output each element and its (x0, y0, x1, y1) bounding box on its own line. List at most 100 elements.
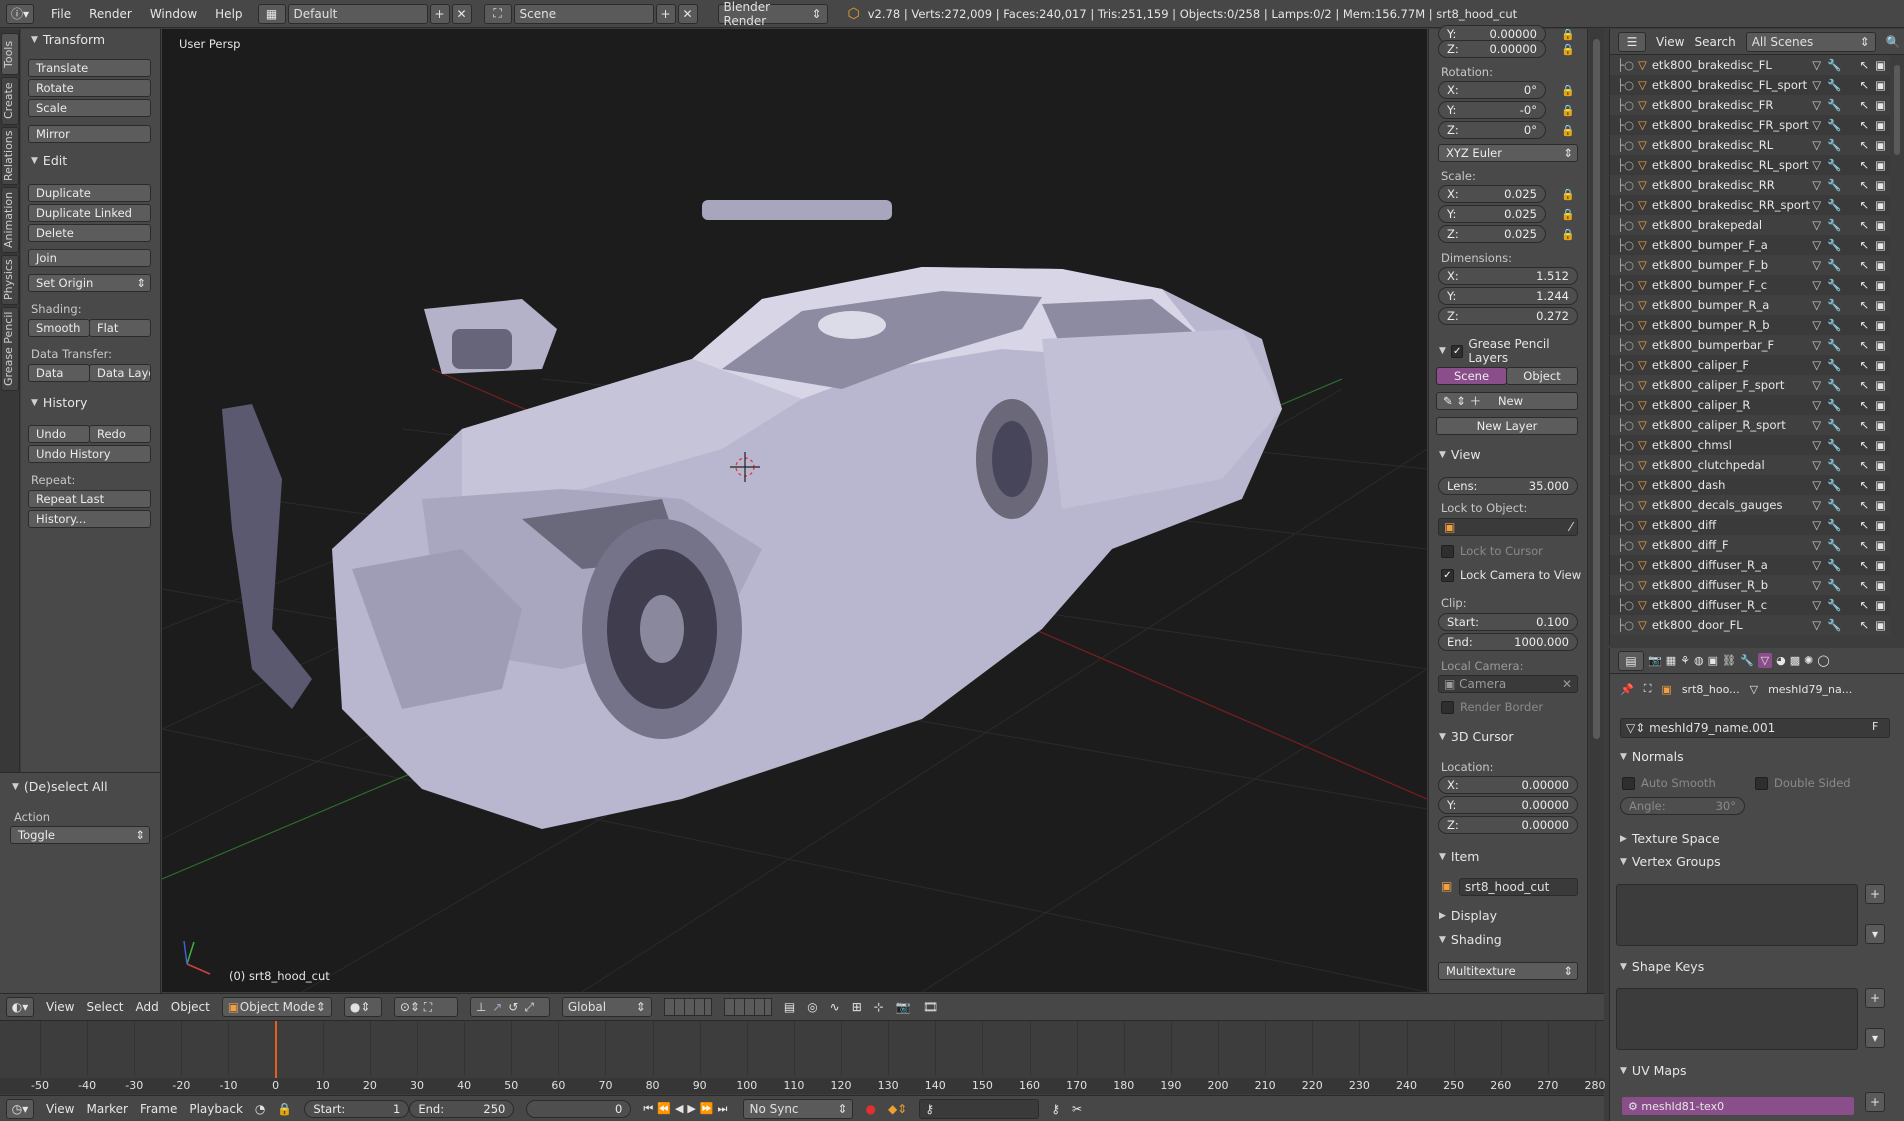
current-frame-field[interactable]: 0 (526, 1100, 632, 1118)
outliner-item[interactable]: ├○ ▽ etk800_bumper_F_a ▽ 🔧 ↖ ▣ (1610, 235, 1890, 255)
render-camera-icon[interactable]: ▣ (1875, 578, 1886, 592)
tab-create[interactable]: Create (1, 77, 19, 125)
select-arrow-icon[interactable]: ↖ (1859, 138, 1869, 152)
outliner-item[interactable]: ├○ ▽ etk800_bumper_R_b ▽ 🔧 ↖ ▣ (1610, 315, 1890, 335)
select-arrow-icon[interactable]: ↖ (1859, 178, 1869, 192)
select-arrow-icon[interactable]: ↖ (1859, 158, 1869, 172)
particles-tab-icon[interactable]: ✺ (1804, 654, 1813, 667)
render-camera-icon[interactable]: ▣ (1875, 58, 1886, 72)
select-arrow-icon[interactable]: ↖ (1859, 358, 1869, 372)
texture-space-panel-header[interactable]: ▶ Texture Space (1620, 831, 1720, 846)
duplicate-button[interactable]: Duplicate (28, 184, 151, 202)
normals-panel-header[interactable]: ▼ Normals (1620, 749, 1684, 764)
scene-icon[interactable]: ⛶ (483, 3, 512, 24)
menu-file[interactable]: File (42, 7, 80, 21)
select-arrow-icon[interactable]: ↖ (1859, 578, 1869, 592)
view-menu[interactable]: View (46, 1000, 74, 1014)
render-engine-select[interactable]: Blender Render ⇕ (717, 0, 828, 28)
undo-button[interactable]: Undo (28, 425, 90, 443)
render-layers-tab-icon[interactable]: ▦ (1666, 654, 1676, 667)
physics-tab-icon[interactable]: ◯ (1817, 654, 1829, 667)
fake-user-button[interactable]: F (1872, 720, 1878, 733)
start-frame-field[interactable]: Start: 1 (304, 1100, 410, 1118)
render-camera-icon[interactable]: ▣ (1875, 98, 1886, 112)
lock-icon[interactable]: 🔒 (1559, 225, 1577, 243)
render-camera-icon[interactable]: ▣ (1875, 198, 1886, 212)
select-arrow-icon[interactable]: ↖ (1859, 618, 1869, 632)
cursor-y-field[interactable]: Y: 0.00000 (1438, 796, 1578, 814)
select-arrow-icon[interactable]: ↖ (1859, 418, 1869, 432)
lock-icon[interactable]: 🔒 (1559, 185, 1577, 203)
outliner-editor-type-icon[interactable]: ☰ (1618, 31, 1646, 52)
tab-animation[interactable]: Animation (1, 187, 19, 253)
playback-controls-icon[interactable]: ⏮⏪◀▶⏩⏭ (643, 1102, 731, 1116)
shading-mode-select[interactable]: Multitexture ⇕ (1438, 962, 1578, 980)
render-camera-icon[interactable]: ▣ (1875, 118, 1886, 132)
marker-menu[interactable]: Marker (86, 1102, 127, 1116)
auto-smooth-checkbox[interactable] (1622, 776, 1635, 790)
shape-key-menu-icon[interactable]: ▾ (1865, 1028, 1885, 1048)
item-name-field[interactable]: srt8_hood_cut (1459, 878, 1578, 896)
select-arrow-icon[interactable]: ↖ (1859, 438, 1869, 452)
repeat-last-button[interactable]: Repeat Last (28, 490, 151, 508)
rotation-x-field[interactable]: X: 0° (1438, 81, 1546, 99)
render-camera-icon[interactable]: ▣ (1875, 318, 1886, 332)
lock-icon[interactable]: 🔒 (1559, 101, 1577, 119)
mesh-name-field[interactable]: ▽⇕ meshId79_name.001 (1620, 718, 1890, 738)
render-camera-icon[interactable]: ▣ (1875, 338, 1886, 352)
data-tab-icon[interactable]: ▽ (1757, 653, 1773, 668)
local-camera-field[interactable]: ▣ Camera ✕ (1438, 675, 1578, 693)
select-arrow-icon[interactable]: ↖ (1859, 458, 1869, 472)
outliner-item[interactable]: ├○ ▽ etk800_diff_F ▽ 🔧 ↖ ▣ (1610, 535, 1890, 555)
render-camera-icon[interactable]: ▣ (1875, 218, 1886, 232)
scale-x-field[interactable]: X: 0.025 (1438, 185, 1546, 203)
outliner-item[interactable]: ├○ ▽ etk800_clutchpedal ▽ 🔧 ↖ ▣ (1610, 455, 1890, 475)
outliner-item[interactable]: ├○ ▽ etk800_brakedisc_RR_sport ▽ 🔧 ↖ ▣ (1610, 195, 1890, 215)
cursor-x-field[interactable]: X: 0.00000 (1438, 776, 1578, 794)
properties-scrollbar[interactable] (1593, 39, 1600, 739)
outliner-item[interactable]: ├○ ▽ etk800_brakedisc_FR ▽ 🔧 ↖ ▣ (1610, 95, 1890, 115)
tab-grease-pencil[interactable]: Grease Pencil (1, 307, 19, 391)
render-camera-icon[interactable]: ▣ (1875, 358, 1886, 372)
render-camera-icon[interactable]: ▣ (1875, 158, 1886, 172)
rotate-widget-icon[interactable]: ↺ (508, 1000, 518, 1014)
frame-menu[interactable]: Frame (140, 1102, 177, 1116)
breadcrumb-mesh[interactable]: meshId79_na... (1768, 683, 1852, 696)
outliner-item[interactable]: ├○ ▽ etk800_brakepedal ▽ 🔧 ↖ ▣ (1610, 215, 1890, 235)
select-arrow-icon[interactable]: ↖ (1859, 598, 1869, 612)
outliner-item[interactable]: ├○ ▽ etk800_brakedisc_FR_sport ▽ 🔧 ↖ ▣ (1610, 115, 1890, 135)
dimension-x-field[interactable]: X: 1.512 (1438, 267, 1578, 285)
outliner-view-menu[interactable]: View (1656, 35, 1684, 49)
render-border-checkbox[interactable] (1441, 700, 1454, 714)
join-button[interactable]: Join (28, 249, 151, 267)
menu-window[interactable]: Window (141, 7, 206, 21)
car-model[interactable] (222, 200, 1282, 829)
texture-tab-icon[interactable]: ▩ (1790, 654, 1800, 667)
add-menu[interactable]: Add (136, 1000, 159, 1014)
material-tab-icon[interactable]: ◕ (1776, 654, 1786, 667)
history-button[interactable]: History... (28, 510, 151, 528)
display-panel-header[interactable]: ▶ Display (1439, 908, 1497, 923)
outliner-item[interactable]: ├○ ▽ etk800_brakedisc_FL ▽ 🔧 ↖ ▣ (1610, 55, 1890, 75)
clear-icon[interactable]: ✕ (1562, 677, 1572, 691)
item-panel-header[interactable]: ▼ Item (1439, 849, 1479, 864)
layer-buttons[interactable] (663, 998, 712, 1016)
outliner-item[interactable]: ├○ ▽ etk800_diffuser_R_a ▽ 🔧 ↖ ▣ (1610, 555, 1890, 575)
scale-y-field[interactable]: Y: 0.025 (1438, 205, 1546, 223)
delete-screen-icon[interactable]: ✕ (451, 3, 472, 24)
scene-tab-icon[interactable]: ⚘ (1680, 654, 1690, 667)
add-scene-icon[interactable]: + (655, 3, 676, 24)
rotation-y-field[interactable]: Y: -0° (1438, 101, 1546, 119)
render-camera-icon[interactable]: ▣ (1875, 518, 1886, 532)
render-camera-icon[interactable]: ▣ (1875, 598, 1886, 612)
timeline-editor-type-icon[interactable]: ◷▾ (6, 1099, 34, 1119)
outliner-search-menu[interactable]: Search (1694, 35, 1735, 49)
select-arrow-icon[interactable]: ↖ (1859, 278, 1869, 292)
shape-keys-panel-header[interactable]: ▼ Shape Keys (1620, 959, 1704, 974)
render-camera-icon[interactable]: ▣ (1875, 618, 1886, 632)
render-camera-icon[interactable]: ▣ (1875, 238, 1886, 252)
select-arrow-icon[interactable]: ↖ (1859, 198, 1869, 212)
scale-button[interactable]: Scale (28, 99, 151, 117)
outliner-item[interactable]: ├○ ▽ etk800_diffuser_R_c ▽ 🔧 ↖ ▣ (1610, 595, 1890, 615)
lock-icon[interactable]: 🔒 (277, 1102, 292, 1116)
